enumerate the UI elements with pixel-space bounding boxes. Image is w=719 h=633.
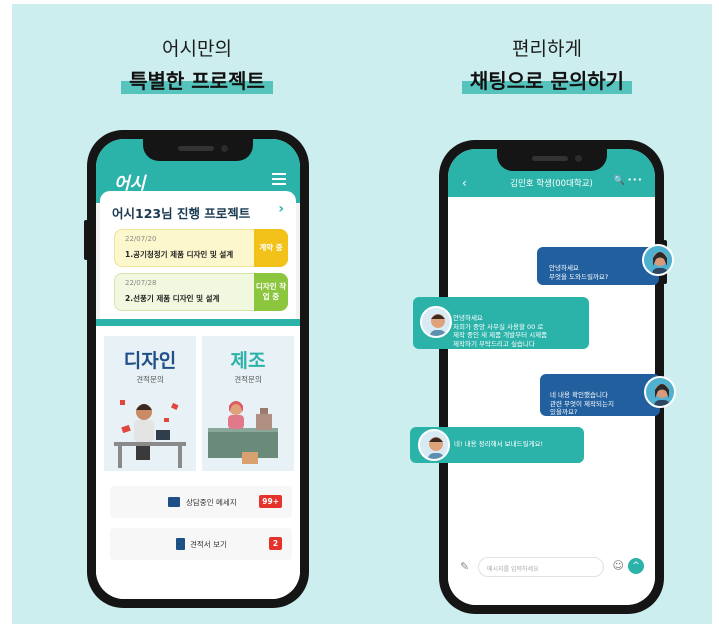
project-name: 1.공기청정기 제품 디자인 및 설계: [125, 250, 234, 259]
left-phone-side-button: [84, 220, 88, 260]
chat-input-bar: ✎ 메시지를 입력하세요 ☺ ^: [460, 556, 644, 578]
design-card-title: 디자인: [123, 350, 177, 372]
search-icon[interactable]: 🔍: [614, 176, 625, 186]
designer-illustration: [114, 400, 186, 468]
attach-icon[interactable]: ✎: [460, 560, 469, 573]
design-quote-card[interactable]: 디자인 견적문의: [104, 336, 196, 471]
message-count-badge: 99+: [259, 495, 282, 508]
view-quotes-label: 견적서 보기: [190, 540, 227, 549]
quote-count-badge: 2: [269, 537, 282, 550]
design-card-subtitle: 견적문의: [136, 375, 164, 384]
chat-message-user: 안녕하세요 무엇을 도와드릴까요?: [537, 247, 659, 285]
right-caption-line1: 편리하게: [512, 38, 582, 60]
right-caption-line2: 채팅으로 문의하기: [461, 65, 633, 94]
project-status-badge: 계약 중: [254, 229, 288, 267]
chat-message-user: 네 내용 확인했습니다 관련 무엇이 제작되는지 있을까요?: [540, 374, 660, 416]
promo-canvas: 어시만의 특별한 프로젝트 편리하게 채팅으로 문의하기 어시 어시123님 진…: [12, 4, 712, 624]
menu-hamburger-icon[interactable]: [272, 173, 286, 185]
right-caption: 편리하게 채팅으로 문의하기: [442, 34, 652, 94]
avatar: [644, 376, 676, 408]
message-text: 안녕하세요 저희가 중앙 사무실 사용할 00 로 제작 중인 새 제품 개발부…: [453, 313, 548, 349]
manufacture-card-title: 제조: [230, 350, 266, 372]
project-name: 2.선풍기 제품 디자인 및 설계: [125, 294, 220, 303]
mail-icon: [168, 497, 180, 507]
left-caption: 어시만의 특별한 프로젝트: [102, 34, 292, 94]
project-item[interactable]: 22/07/28 2.선풍기 제품 디자인 및 설계 디자인 작업 중: [114, 273, 288, 311]
left-phone: 어시 어시123님 진행 프로젝트 › 22/07/20 1.공기청정기 제품 …: [84, 130, 309, 608]
message-input[interactable]: 메시지를 입력하세요: [478, 557, 604, 577]
manufacture-card-subtitle: 견적문의: [234, 375, 262, 384]
phone-notch: [143, 139, 253, 161]
project-card: 어시123님 진행 프로젝트 › 22/07/20 1.공기청정기 제품 디자인…: [100, 191, 296, 319]
emoji-icon[interactable]: ☺: [613, 559, 624, 572]
left-phone-screen: 어시 어시123님 진행 프로젝트 › 22/07/20 1.공기청정기 제품 …: [96, 139, 300, 599]
project-status-badge: 디자인 작업 중: [254, 273, 288, 311]
engineer-illustration: [208, 401, 278, 464]
chevron-right-icon[interactable]: ›: [278, 201, 284, 217]
avatar: [418, 429, 450, 461]
avatar: [642, 244, 674, 276]
message-text: 네 내용 확인했습니다 관련 무엇이 제작되는지 있을까요?: [550, 390, 614, 417]
view-quotes-row[interactable]: 견적서 보기 2: [110, 528, 292, 560]
project-section-title: 어시123님 진행 프로젝트: [112, 206, 251, 221]
project-date: 22/07/28: [125, 279, 157, 287]
consulting-messages-row[interactable]: 상담중인 메세지 99+: [110, 486, 292, 518]
phone-notch: [496, 149, 607, 171]
main-body: 디자인 견적문의 제조 견적문의 상담중인 메세지 99+ 견적서 보기 2: [96, 326, 300, 599]
send-button[interactable]: ^: [628, 558, 644, 574]
document-icon: [176, 538, 185, 550]
manufacture-quote-card[interactable]: 제조 견적문의: [202, 336, 294, 471]
consulting-messages-label: 상담중인 메세지: [186, 498, 237, 507]
project-item[interactable]: 22/07/20 1.공기청정기 제품 디자인 및 설계 계약 중: [114, 229, 288, 267]
message-text: 안녕하세요 무엇을 도와드릴까요?: [549, 263, 609, 281]
message-text: 네! 내용 정리해서 보내드릴게요!: [454, 440, 544, 448]
project-date: 22/07/20: [125, 235, 157, 243]
left-caption-line1: 어시만의: [162, 38, 232, 60]
avatar: [420, 306, 452, 338]
more-options-icon[interactable]: ···: [627, 173, 643, 186]
section-divider: [96, 319, 300, 326]
left-caption-line2: 특별한 프로젝트: [121, 65, 273, 94]
